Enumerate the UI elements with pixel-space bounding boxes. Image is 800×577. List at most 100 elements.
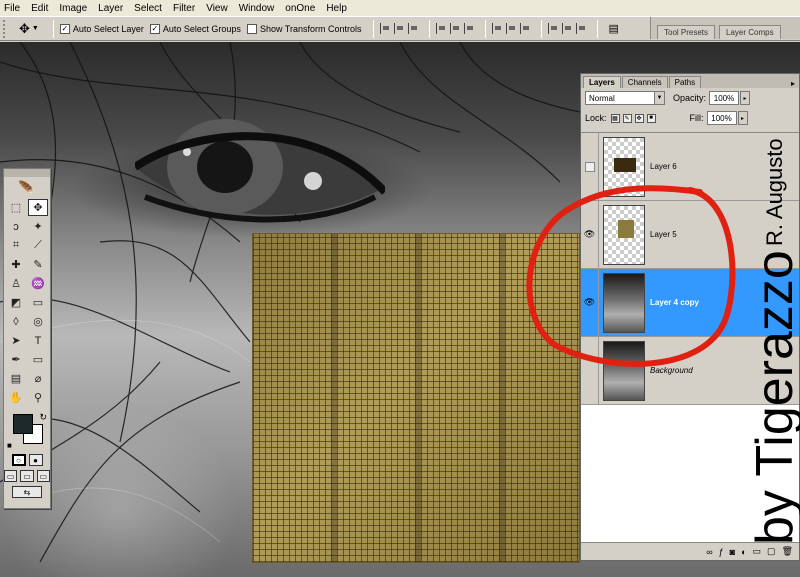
path-selection-tool-icon[interactable]: ➤ bbox=[6, 332, 26, 349]
checkbox-checked-icon: ✓ bbox=[149, 23, 160, 34]
visibility-toggle[interactable]: 👁 bbox=[581, 201, 599, 268]
menu-view[interactable]: View bbox=[206, 3, 228, 14]
new-fill-layer-icon[interactable]: ◐ bbox=[741, 547, 746, 557]
lock-pixels-icon[interactable]: ✎ bbox=[622, 113, 632, 123]
visibility-toggle[interactable]: 👁 bbox=[581, 269, 599, 336]
shape-tool-icon[interactable]: ▭ bbox=[28, 351, 48, 368]
show-transform-controls-checkbox[interactable]: Show Transform Controls bbox=[246, 23, 361, 34]
history-brush-tool-icon[interactable]: ♒ bbox=[28, 275, 48, 292]
distribute-bottom-icon[interactable] bbox=[520, 23, 531, 34]
tab-paths[interactable]: Paths bbox=[668, 76, 702, 88]
move-tool-icon[interactable]: ✥ bbox=[28, 199, 48, 216]
distribute-vcenter-icon[interactable] bbox=[506, 23, 517, 34]
link-layers-icon[interactable]: ∞ bbox=[706, 547, 712, 557]
new-layer-icon[interactable]: ▢ bbox=[767, 546, 776, 557]
distribute-hcenter-icon[interactable] bbox=[562, 23, 573, 34]
standard-screen-mode-icon[interactable]: ▭ bbox=[4, 470, 18, 482]
menu-filter[interactable]: Filter bbox=[173, 3, 195, 14]
opacity-slider-arrow-icon[interactable]: ▸ bbox=[740, 91, 751, 105]
menu-select[interactable]: Select bbox=[134, 3, 162, 14]
fill-slider-arrow-icon[interactable]: ▸ bbox=[737, 111, 748, 125]
align-bottom-icon[interactable] bbox=[408, 23, 419, 34]
lock-all-icon[interactable]: ■ bbox=[646, 113, 656, 123]
tab-channels[interactable]: Channels bbox=[621, 76, 668, 88]
divider bbox=[429, 19, 431, 38]
default-colors-icon[interactable]: ■ bbox=[7, 441, 12, 450]
fill-input[interactable]: 100% bbox=[706, 111, 737, 125]
tab-layers[interactable]: Layers bbox=[583, 76, 621, 88]
mask-mode-row: ○ ● bbox=[4, 454, 50, 466]
dodge-tool-icon[interactable]: ◎ bbox=[28, 313, 48, 330]
align-hcenter-icon[interactable] bbox=[450, 23, 461, 34]
lasso-tool-icon[interactable]: ↄ bbox=[6, 218, 26, 235]
standard-mode-icon[interactable]: ○ bbox=[11, 454, 26, 466]
tool-preset-dropdown-icon[interactable]: ▼ bbox=[32, 25, 39, 32]
lock-fill-row: Lock: ▦ ✎ ✥ ■ Fill: 100% ▸ bbox=[581, 108, 799, 128]
hand-tool-icon[interactable]: ✋ bbox=[6, 389, 26, 406]
marquee-tool-icon[interactable]: ⬚ bbox=[6, 199, 26, 216]
burlap-texture-layer[interactable] bbox=[252, 233, 580, 563]
distribute-top-icon[interactable] bbox=[492, 23, 503, 34]
swap-colors-icon[interactable]: ↻ bbox=[39, 412, 47, 423]
bridge-icon[interactable]: ▤ bbox=[608, 22, 618, 35]
auto-select-layer-checkbox[interactable]: ✓ Auto Select Layer bbox=[59, 23, 144, 34]
pen-tool-icon[interactable]: ✒ bbox=[6, 351, 26, 368]
gradient-tool-icon[interactable]: ▭ bbox=[28, 294, 48, 311]
healing-brush-tool-icon[interactable]: ✚ bbox=[6, 256, 26, 273]
menu-image[interactable]: Image bbox=[59, 3, 87, 14]
align-top-icon[interactable] bbox=[380, 23, 391, 34]
opacity-input[interactable]: 100% bbox=[709, 91, 740, 105]
full-screen-mode-icon[interactable]: ▭ bbox=[36, 470, 50, 482]
full-screen-menu-mode-icon[interactable]: ▭ bbox=[20, 470, 34, 482]
tools-grid: ⬚ ✥ ↄ ✦ ⌗ ⟋ ✚ ✎ ♙ ♒ ◩ ▭ ◊ ◎ ➤ T ✒ ▭ ▤ ⌀ … bbox=[4, 199, 50, 406]
brush-tool-icon[interactable]: ✎ bbox=[28, 256, 48, 273]
layer-style-icon[interactable]: ƒ bbox=[719, 547, 724, 557]
lock-transparency-icon[interactable]: ▦ bbox=[610, 113, 620, 123]
panel-menu-icon[interactable]: ▸ bbox=[791, 79, 795, 88]
layer-comps-tab[interactable]: Layer Comps bbox=[719, 25, 781, 39]
distribute-left-icon[interactable] bbox=[548, 23, 559, 34]
blend-mode-select[interactable]: Normal ▼ bbox=[585, 91, 665, 105]
feather-logo-icon[interactable]: 🪶 bbox=[4, 177, 50, 199]
lock-position-icon[interactable]: ✥ bbox=[634, 113, 644, 123]
visibility-toggle[interactable] bbox=[581, 337, 599, 404]
menu-help[interactable]: Help bbox=[326, 3, 347, 14]
zoom-tool-icon[interactable]: ⚲ bbox=[28, 389, 48, 406]
align-right-icon[interactable] bbox=[464, 23, 475, 34]
toolbox-titlebar[interactable] bbox=[4, 169, 50, 177]
notes-tool-icon[interactable]: ▤ bbox=[6, 370, 26, 387]
menu-file[interactable]: File bbox=[4, 3, 20, 14]
menu-layer[interactable]: Layer bbox=[98, 3, 123, 14]
type-tool-icon[interactable]: T bbox=[28, 332, 48, 349]
menu-bar: File Edit Image Layer Select Filter View… bbox=[0, 0, 800, 16]
slice-tool-icon[interactable]: ⟋ bbox=[28, 237, 48, 254]
chevron-down-icon: ▼ bbox=[654, 92, 664, 104]
jump-to-imageready-icon[interactable]: ⇆ bbox=[12, 486, 42, 498]
divider bbox=[597, 19, 599, 38]
options-grip[interactable] bbox=[3, 19, 9, 38]
visibility-toggle[interactable] bbox=[581, 133, 599, 200]
move-tool-icon[interactable]: ✥ bbox=[19, 21, 30, 37]
auto-select-layer-label: Auto Select Layer bbox=[72, 23, 144, 34]
align-left-icon[interactable] bbox=[436, 23, 447, 34]
new-group-icon[interactable]: ▭ bbox=[753, 546, 762, 557]
menu-window[interactable]: Window bbox=[239, 3, 275, 14]
auto-select-groups-checkbox[interactable]: ✓ Auto Select Groups bbox=[149, 23, 241, 34]
menu-onone[interactable]: onOne bbox=[285, 3, 315, 14]
quick-mask-mode-icon[interactable]: ● bbox=[28, 454, 43, 466]
clone-stamp-tool-icon[interactable]: ♙ bbox=[6, 275, 26, 292]
blur-tool-icon[interactable]: ◊ bbox=[6, 313, 26, 330]
tool-presets-tab[interactable]: Tool Presets bbox=[657, 25, 716, 39]
magic-wand-tool-icon[interactable]: ✦ bbox=[28, 218, 48, 235]
crop-tool-icon[interactable]: ⌗ bbox=[6, 237, 26, 254]
foreground-color-swatch[interactable] bbox=[13, 414, 33, 434]
align-vcenter-icon[interactable] bbox=[394, 23, 405, 34]
trash-icon[interactable]: 🗑 bbox=[782, 546, 793, 557]
menu-edit[interactable]: Edit bbox=[31, 3, 48, 14]
add-mask-icon[interactable]: ◙ bbox=[730, 547, 735, 557]
eyedropper-tool-icon[interactable]: ⌀ bbox=[28, 370, 48, 387]
eraser-tool-icon[interactable]: ◩ bbox=[6, 294, 26, 311]
distribute-h-buttons bbox=[548, 23, 587, 34]
divider bbox=[373, 19, 375, 38]
distribute-right-icon[interactable] bbox=[576, 23, 587, 34]
